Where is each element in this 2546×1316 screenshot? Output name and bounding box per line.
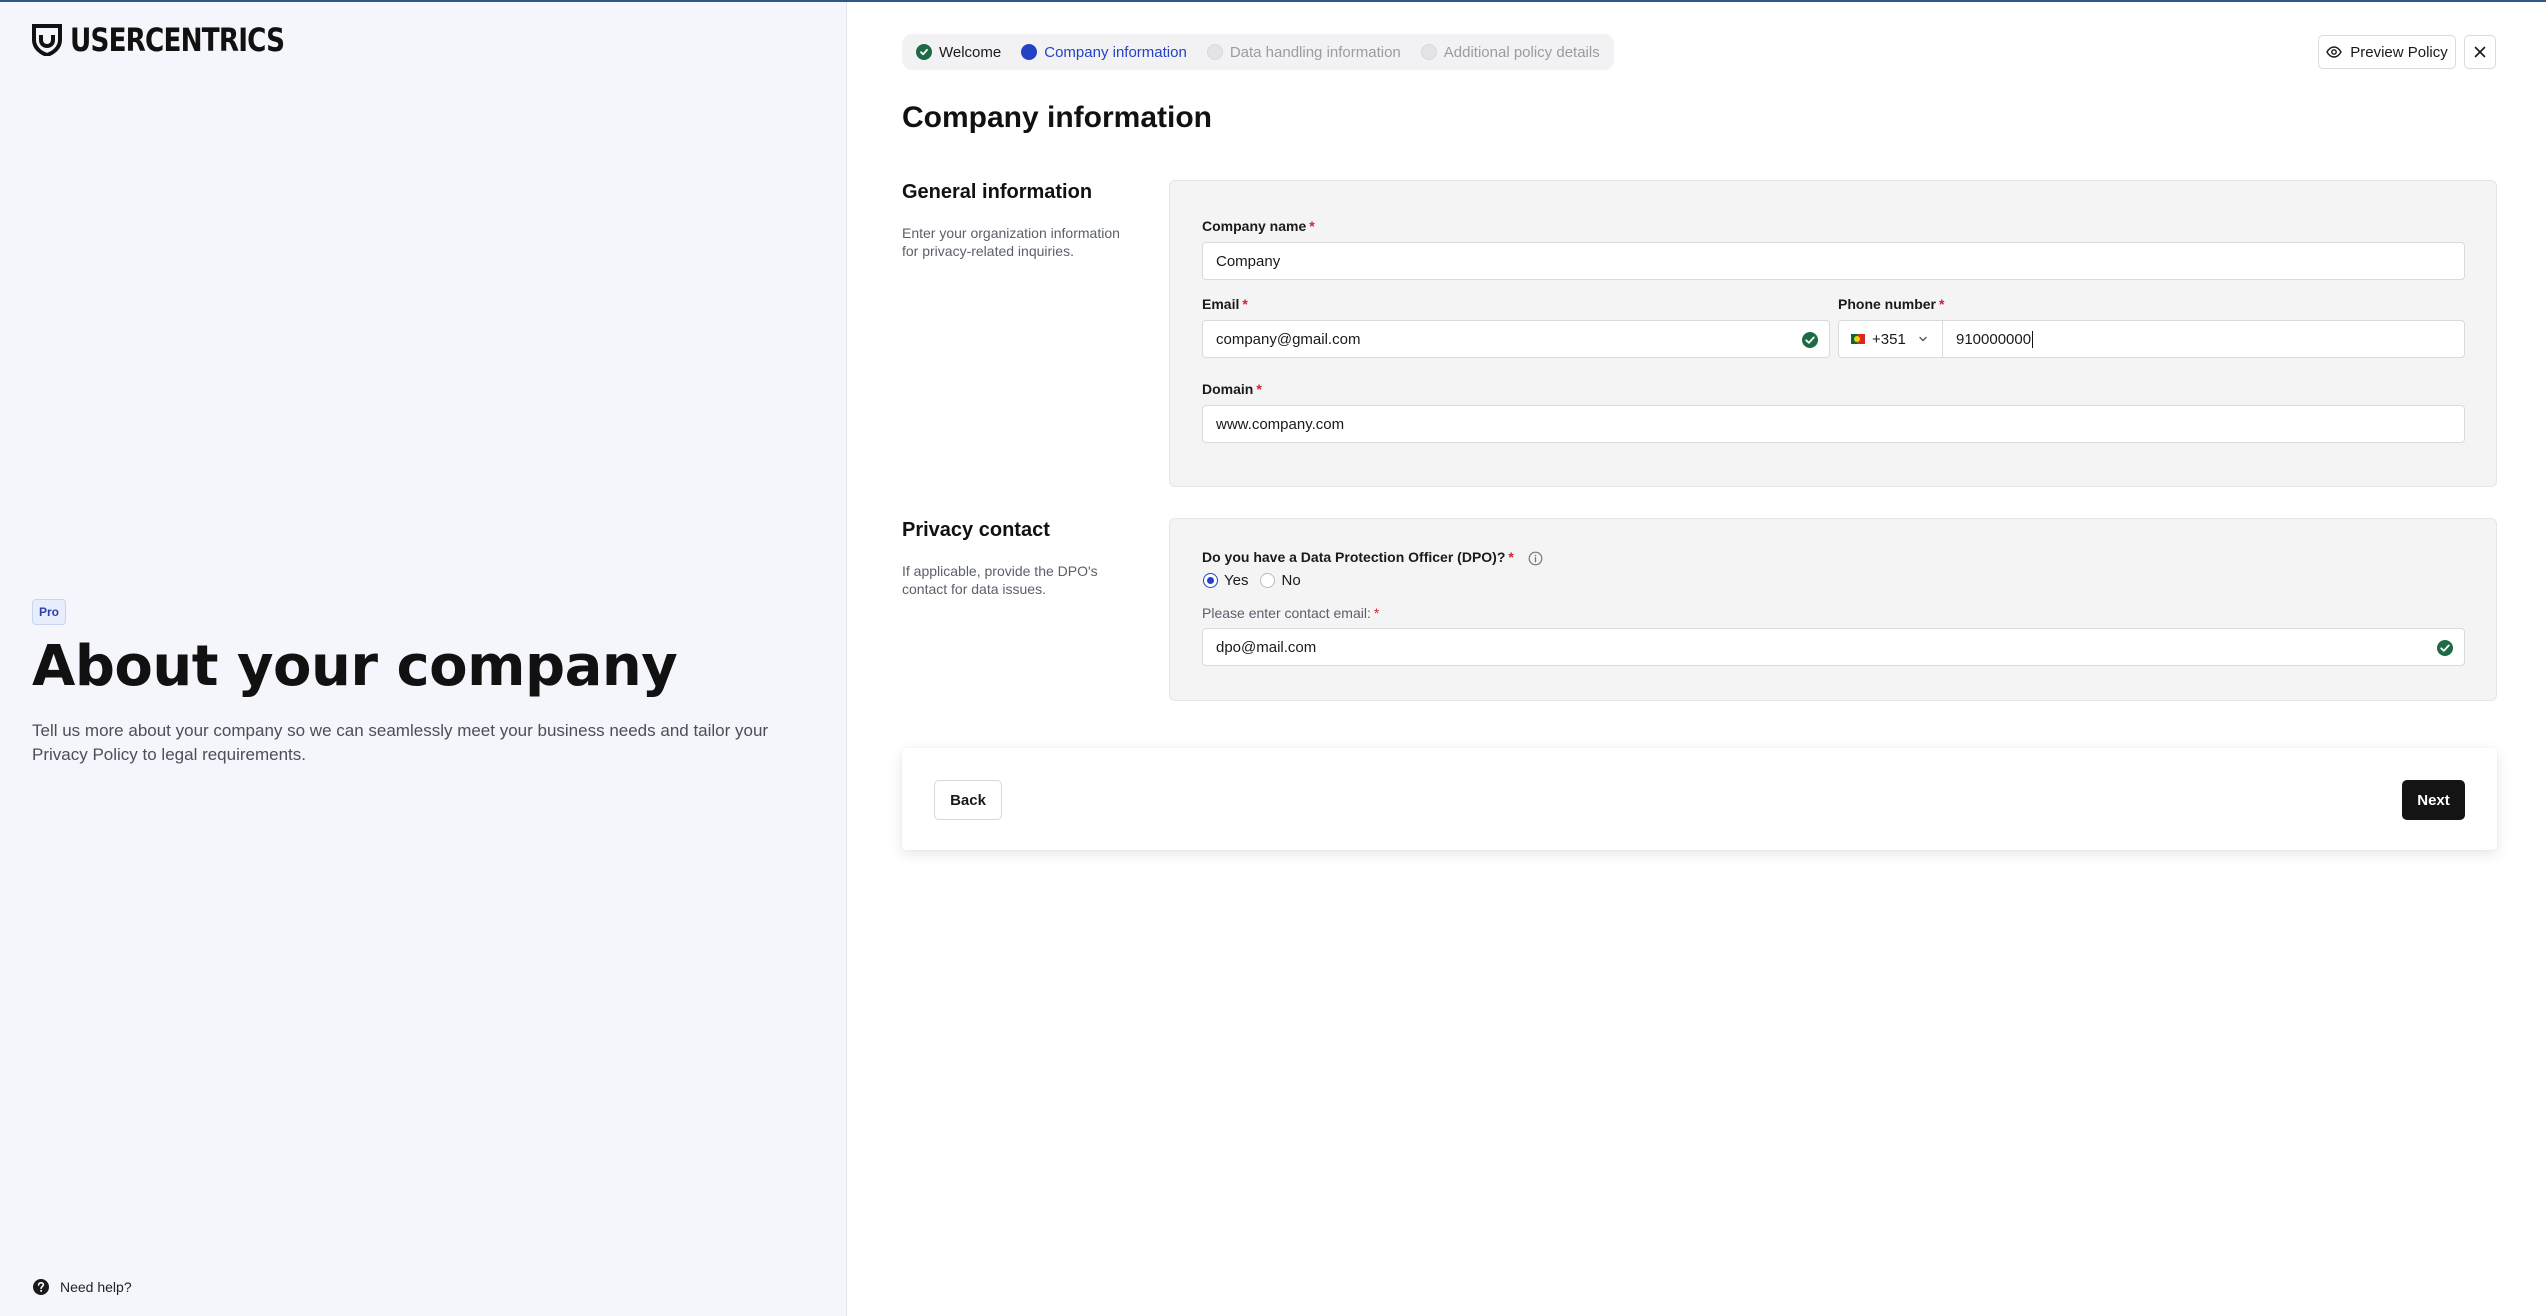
country-code-select[interactable]: +351 xyxy=(1838,320,1943,358)
domain-label: Domain * xyxy=(1202,381,1262,397)
dpo-yes-label[interactable]: Yes xyxy=(1224,572,1248,589)
intro-panel: USERCENTRICS Pro About your company Tell… xyxy=(0,2,847,1316)
dpo-radio-group: Yes No xyxy=(1203,572,1301,589)
privacy-contact-title: Privacy contact xyxy=(902,519,1050,541)
company-name-input[interactable]: Company xyxy=(1202,242,2465,280)
phone-number-input[interactable]: 910000000 xyxy=(1942,320,2465,358)
phone-number-label: Phone number * xyxy=(1838,296,1945,312)
chevron-down-icon xyxy=(1919,336,1927,342)
general-information-description: Enter your organization information for … xyxy=(902,225,1120,259)
check-circle-icon xyxy=(916,44,932,60)
close-button[interactable] xyxy=(2464,35,2496,69)
pending-step-dot-icon xyxy=(1420,44,1437,60)
plan-badge: Pro xyxy=(32,599,67,625)
next-button[interactable]: Next xyxy=(2402,780,2465,820)
dpo-contact-email-value: dpo@mail.com xyxy=(1216,638,1317,656)
eye-icon xyxy=(2326,46,2343,58)
email-input[interactable]: company@gmail.com xyxy=(1202,320,1830,358)
email-value: company@gmail.com xyxy=(1216,330,1361,348)
info-icon[interactable] xyxy=(1528,551,1543,566)
preview-policy-label: Preview Policy xyxy=(2350,43,2448,61)
close-icon xyxy=(2474,46,2486,58)
country-code-value: +351 xyxy=(1872,330,1906,348)
company-name-label: Company name * xyxy=(1202,218,1315,234)
logo-text: USERCENTRICS xyxy=(70,21,285,59)
shield-logo-icon xyxy=(32,24,62,56)
privacy-contact-description: If applicable, provide the DPO's contact… xyxy=(902,563,1098,597)
intro-heading: About your company xyxy=(32,634,678,699)
step-label: Data handling information xyxy=(1229,43,1401,61)
form-navigation-bar: Back Next xyxy=(902,748,2497,850)
valid-check-icon xyxy=(1802,332,1818,348)
contact-email-label: Please enter contact email: * xyxy=(1202,605,1380,621)
step-welcome[interactable]: Welcome xyxy=(916,44,1001,61)
dpo-no-radio[interactable] xyxy=(1260,573,1276,588)
back-button[interactable]: Back xyxy=(934,780,1002,820)
preview-policy-button[interactable]: Preview Policy xyxy=(2318,35,2456,69)
step-label: Company information xyxy=(1044,43,1187,61)
help-circle-icon xyxy=(33,1279,49,1295)
domain-value: www.company.com xyxy=(1216,415,1345,433)
dpo-contact-email-input[interactable]: dpo@mail.com xyxy=(1202,628,2465,666)
dpo-question-label: Do you have a Data Protection Officer (D… xyxy=(1202,549,1543,566)
dpo-yes-radio[interactable] xyxy=(1203,573,1218,588)
portugal-flag-icon xyxy=(1851,334,1865,344)
usercentrics-logo: USERCENTRICS xyxy=(32,22,331,58)
general-information-title: General information xyxy=(902,181,1093,203)
phone-number-value: 910000000 xyxy=(1956,330,2032,348)
progress-stepper: Welcome Company information Data handlin… xyxy=(902,34,1614,70)
company-name-value: Company xyxy=(1216,252,1281,270)
step-company-information[interactable]: Company information xyxy=(1021,44,1187,61)
need-help-link[interactable]: Need help? xyxy=(32,1278,132,1296)
privacy-contact-card: Do you have a Data Protection Officer (D… xyxy=(1169,518,2497,701)
general-information-card: Company name * Company Email * company@gma… xyxy=(1169,180,2497,487)
step-additional-policy-details: Additional policy details xyxy=(1420,43,1600,61)
pending-step-dot-icon xyxy=(1206,44,1223,60)
step-label: Additional policy details xyxy=(1443,43,1600,61)
active-step-dot-icon xyxy=(1021,44,1038,60)
need-help-label: Need help? xyxy=(60,1279,132,1295)
step-label: Welcome xyxy=(939,43,1002,61)
domain-input[interactable]: www.company.com xyxy=(1202,405,2465,443)
step-data-handling-information: Data handling information xyxy=(1206,43,1401,61)
valid-check-icon xyxy=(2437,640,2453,656)
dpo-no-label[interactable]: No xyxy=(1281,572,1300,589)
page-title: Company information xyxy=(902,101,1213,134)
intro-description: Tell us more about your company so we ca… xyxy=(32,721,769,764)
text-caret xyxy=(2032,330,2034,348)
email-label: Email * xyxy=(1202,296,1248,312)
